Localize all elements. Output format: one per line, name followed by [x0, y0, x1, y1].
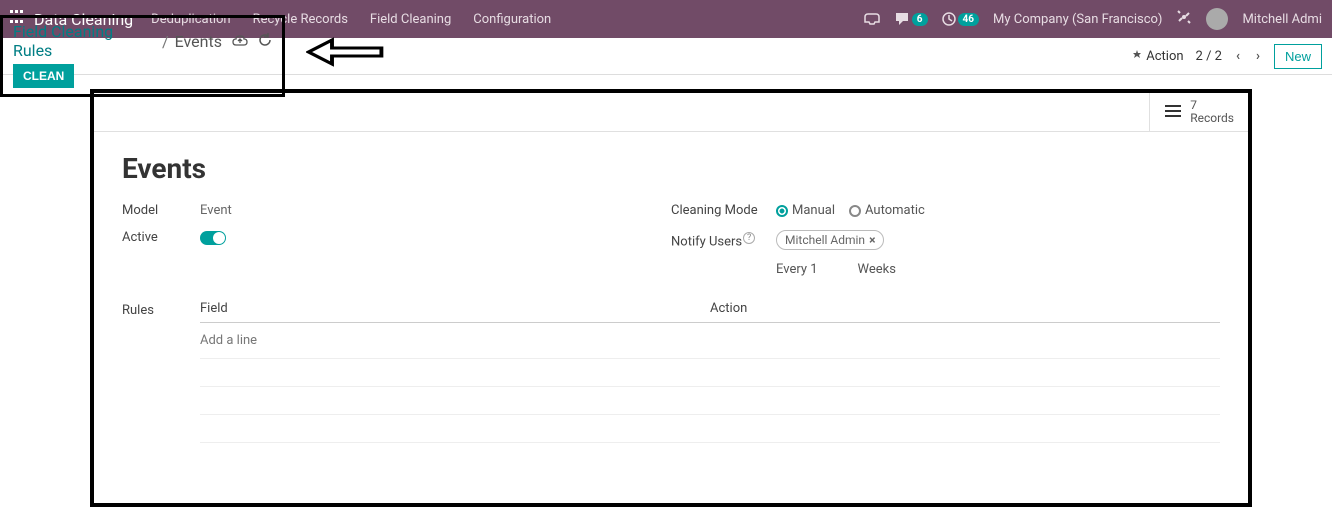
notify-interval: Every 1 Weeks	[776, 262, 1220, 277]
rules-section: Rules Field Action Add a line	[122, 295, 1220, 443]
stat-label: Records	[1190, 112, 1234, 125]
control-bar: Field Cleaning Rules / Events CLEAN Acti…	[0, 38, 1332, 75]
discard-icon[interactable]	[258, 32, 272, 51]
nav-right: 6 46 My Company (San Francisco) Mitchell…	[864, 8, 1322, 30]
rules-header: Field Action	[200, 295, 1220, 323]
record-title[interactable]: Events	[122, 152, 1220, 185]
messages-badge: 6	[912, 13, 928, 26]
messages-icon[interactable]: 6	[894, 12, 928, 26]
help-icon[interactable]: ?	[743, 232, 755, 244]
table-row	[200, 359, 1220, 387]
breadcrumb-separator: /	[162, 32, 169, 51]
table-row	[200, 415, 1220, 443]
notify-user-tag[interactable]: Mitchell Admin ×	[776, 230, 884, 250]
new-button[interactable]: New	[1274, 44, 1322, 69]
rules-label: Rules	[122, 295, 200, 443]
notify-users-label: Notify Users?	[671, 232, 776, 249]
breadcrumb-highlight-box: Field Cleaning Rules / Events CLEAN	[0, 15, 285, 97]
table-row	[200, 387, 1220, 415]
control-right: Action 2 / 2 ‹ › New	[1131, 44, 1322, 69]
rules-table: Field Action Add a line	[200, 295, 1220, 443]
col-field-header: Field	[200, 301, 710, 316]
model-label: Model	[122, 203, 200, 218]
mode-manual-radio[interactable]: Manual	[776, 203, 835, 218]
mode-automatic-radio[interactable]: Automatic	[849, 203, 925, 218]
stat-bar: 7 Records	[94, 93, 1248, 132]
tray-icon[interactable]	[864, 12, 880, 26]
form-sheet-highlight: 7 Records Events Model Event Active Clea…	[90, 89, 1252, 507]
breadcrumb-parent[interactable]: Field Cleaning Rules	[13, 22, 156, 60]
records-stat-button[interactable]: 7 Records	[1149, 93, 1248, 131]
control-left: Field Cleaning Rules / Events CLEAN	[0, 15, 375, 97]
user-avatar[interactable]	[1206, 8, 1228, 30]
active-toggle[interactable]	[200, 231, 226, 245]
col-action-header: Action	[710, 301, 1220, 316]
annotation-arrow-icon	[306, 32, 384, 81]
menu-field-cleaning[interactable]: Field Cleaning	[370, 12, 451, 27]
tag-remove-icon[interactable]: ×	[869, 233, 875, 247]
company-selector[interactable]: My Company (San Francisco)	[993, 12, 1162, 27]
pager-text[interactable]: 2 / 2	[1196, 49, 1222, 64]
action-label: Action	[1146, 49, 1183, 64]
debug-icon[interactable]	[1176, 9, 1192, 29]
interval-every[interactable]: Every 1	[776, 262, 818, 277]
form-col-left: Model Event Active	[122, 203, 671, 277]
breadcrumb: Field Cleaning Rules / Events	[13, 22, 272, 60]
interval-unit[interactable]: Weeks	[858, 262, 896, 277]
menu-configuration[interactable]: Configuration	[473, 12, 551, 27]
clean-button[interactable]: CLEAN	[13, 64, 74, 88]
activities-icon[interactable]: 46	[942, 12, 979, 26]
cleaning-mode-label: Cleaning Mode	[671, 203, 776, 218]
model-value[interactable]: Event	[200, 203, 232, 218]
form-body: Events Model Event Active Cleaning Mode …	[94, 132, 1248, 503]
user-name[interactable]: Mitchell Admi	[1242, 12, 1322, 27]
activities-badge: 46	[958, 13, 979, 26]
form-col-right: Cleaning Mode Manual Automatic Notify Us…	[671, 203, 1220, 277]
pager-prev-icon[interactable]: ‹	[1234, 49, 1242, 64]
pager-next-icon[interactable]: ›	[1254, 49, 1262, 64]
breadcrumb-current: Events	[175, 32, 222, 51]
action-menu[interactable]: Action	[1131, 49, 1184, 64]
cloud-save-icon[interactable]	[232, 32, 248, 51]
active-label: Active	[122, 230, 200, 245]
form-columns: Model Event Active Cleaning Mode Manual …	[122, 203, 1220, 277]
add-line-link[interactable]: Add a line	[200, 323, 1220, 359]
hamburger-icon	[1164, 102, 1182, 123]
